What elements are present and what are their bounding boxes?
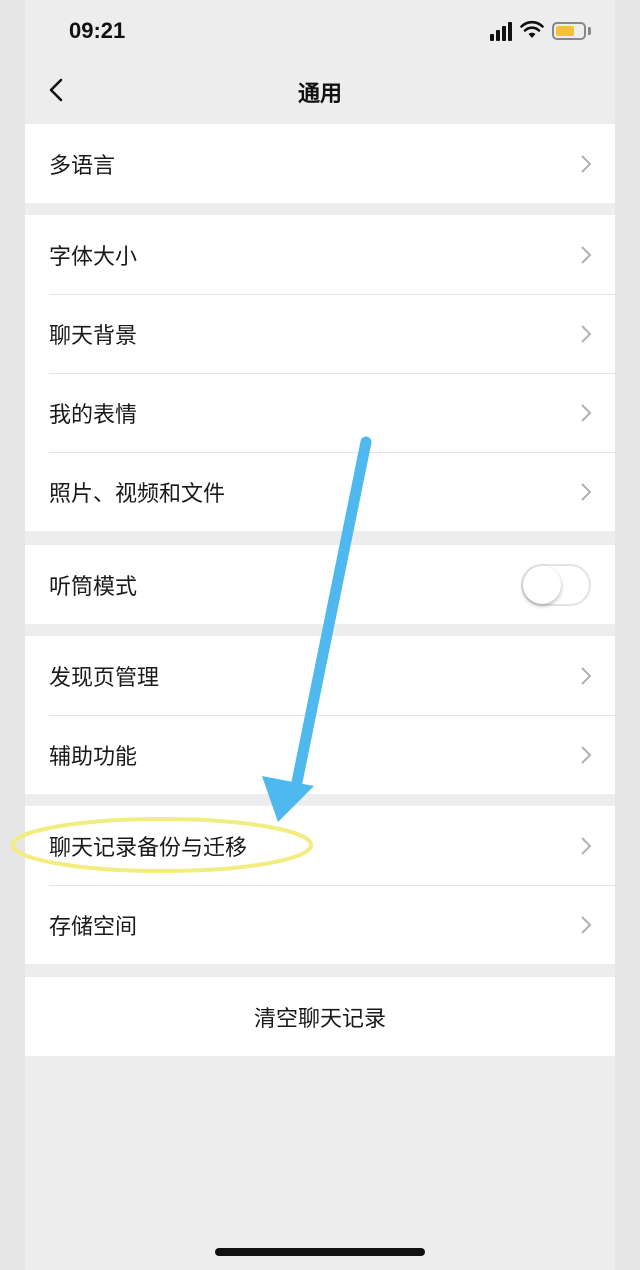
chevron-right-icon: [581, 154, 592, 173]
settings-item-label: 听筒模式: [49, 574, 138, 600]
settings-item-accessibility[interactable]: 辅助功能: [25, 715, 615, 794]
settings-item-my-stickers[interactable]: 我的表情: [25, 373, 615, 452]
settings-item-label: 聊天背景: [49, 323, 138, 349]
clear-chat-history-label: 清空聊天记录: [253, 1006, 386, 1032]
settings-item-language[interactable]: 多语言: [25, 124, 615, 203]
chevron-right-icon: [581, 403, 592, 422]
settings-item-label: 照片、视频和文件: [49, 481, 226, 507]
navigation-bar: 通用: [25, 62, 615, 120]
settings-item-earpiece-mode: 听筒模式: [25, 545, 615, 624]
chevron-right-icon: [581, 482, 592, 501]
page-title: 通用: [297, 82, 342, 107]
wifi-icon: [520, 20, 544, 38]
settings-group-discover: 发现页管理 辅助功能: [25, 636, 615, 794]
earpiece-mode-toggle[interactable]: [521, 563, 591, 606]
settings-item-storage[interactable]: 存储空间: [25, 885, 615, 964]
settings-group-language: 多语言: [25, 124, 615, 203]
clear-chat-history-button[interactable]: 清空聊天记录: [25, 977, 615, 1056]
chevron-right-icon: [581, 915, 592, 934]
settings-item-chat-background[interactable]: 聊天背景: [25, 294, 615, 373]
settings-item-label: 我的表情: [49, 402, 138, 428]
settings-item-label: 多语言: [49, 153, 116, 179]
settings-group-storage: 聊天记录备份与迁移 存储空间: [25, 806, 615, 964]
settings-group-display: 字体大小 聊天背景 我的表情 照片、视频和文件: [25, 215, 615, 531]
settings-item-label: 字体大小: [49, 244, 138, 270]
chevron-right-icon: [581, 666, 592, 685]
settings-item-label: 辅助功能: [49, 744, 138, 770]
chevron-right-icon: [581, 245, 592, 264]
home-indicator: [215, 1248, 425, 1256]
chevron-right-icon: [581, 745, 592, 764]
chevron-right-icon: [581, 836, 592, 855]
battery-cap: [588, 27, 591, 35]
settings-screen: 09:21 通用 多语言 字体大小 聊天背景 我的表情 照片、视频和文件 听筒模…: [25, 0, 615, 1270]
settings-item-discover-management[interactable]: 发现页管理: [25, 636, 615, 715]
settings-item-chat-backup-migration[interactable]: 聊天记录备份与迁移: [25, 806, 615, 885]
status-bar: 09:21: [25, 0, 615, 62]
battery-icon: [552, 22, 586, 40]
chevron-right-icon: [581, 324, 592, 343]
settings-group-clear: 清空聊天记录: [25, 977, 615, 1056]
settings-item-font-size[interactable]: 字体大小: [25, 215, 615, 294]
toggle-knob: [523, 565, 561, 604]
status-time: 09:21: [69, 18, 126, 43]
settings-item-label: 存储空间: [49, 914, 138, 940]
settings-group-earpiece: 听筒模式: [25, 545, 615, 624]
settings-item-label: 发现页管理: [49, 665, 160, 691]
settings-item-media-files[interactable]: 照片、视频和文件: [25, 452, 615, 531]
cellular-signal-icon: [490, 21, 516, 41]
battery-level: [556, 26, 574, 36]
settings-item-label: 聊天记录备份与迁移: [49, 835, 248, 861]
